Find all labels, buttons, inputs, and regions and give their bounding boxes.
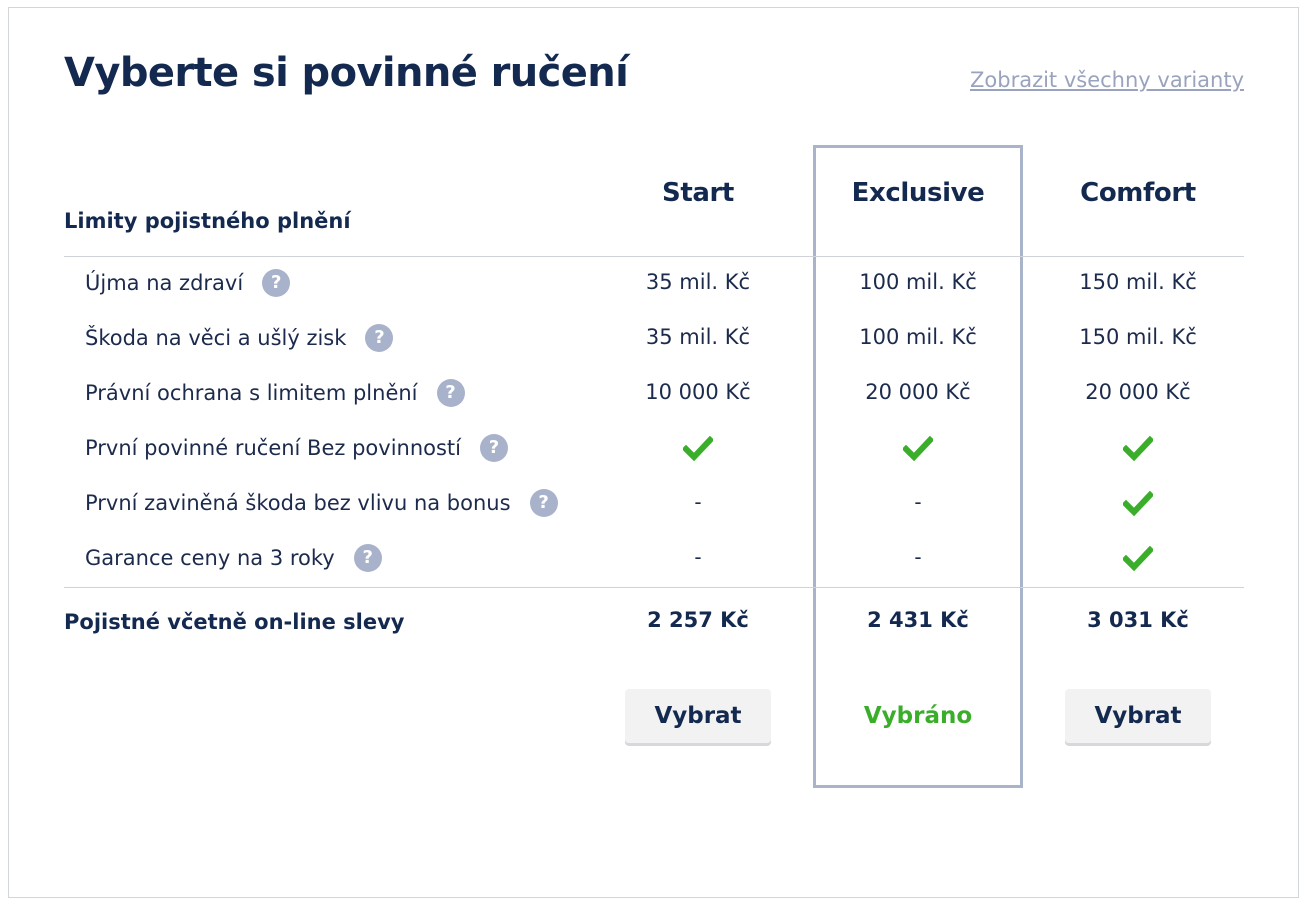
cell-exclusive: - (914, 490, 922, 514)
check-icon (1028, 436, 1248, 462)
row-label: První povinné ručení Bez povinností? (85, 434, 509, 462)
cell-start: - (694, 490, 702, 514)
cell-exclusive: - (914, 545, 922, 569)
row-label: Garance ceny na 3 roky? (85, 544, 382, 572)
cell-comfort: 150 mil. Kč (1079, 270, 1197, 294)
plan-header-start: Start (662, 178, 734, 208)
price-exclusive: 2 431 Kč (867, 608, 969, 632)
cell-start: 10 000 Kč (645, 380, 751, 404)
row-label: Škoda na věci a ušlý zisk? (85, 324, 394, 352)
check-icon (588, 436, 808, 462)
cell-exclusive: 100 mil. Kč (859, 325, 977, 349)
cell-start: - (694, 545, 702, 569)
cell-exclusive: 100 mil. Kč (859, 270, 977, 294)
show-all-variants-link[interactable]: Zobrazit všechny varianty (970, 68, 1244, 92)
select-comfort-button[interactable]: Vybrat (1065, 689, 1211, 743)
check-icon (1028, 546, 1248, 572)
row-label: Právní ochrana s limitem plnění? (85, 379, 465, 407)
page-title: Vyberte si povinné ručení (64, 50, 629, 96)
plan-header-comfort: Comfort (1080, 178, 1196, 208)
help-icon[interactable]: ? (480, 434, 509, 462)
help-icon[interactable]: ? (529, 489, 558, 517)
row-label-text: Právní ochrana s limitem plnění (85, 381, 418, 405)
cell-exclusive: 20 000 Kč (865, 380, 971, 404)
help-icon[interactable]: ? (353, 544, 382, 572)
divider-bottom (64, 587, 1244, 588)
selected-plan-highlight (813, 145, 1023, 788)
section-label: Limity pojistného plnění (64, 209, 351, 233)
divider-top (64, 256, 1244, 257)
plan-header-exclusive: Exclusive (851, 178, 985, 208)
row-label: První zaviněná škoda bez vlivu na bonus? (85, 489, 558, 517)
price-comfort: 3 031 Kč (1087, 608, 1189, 632)
row-label-text: Garance ceny na 3 roky (85, 546, 335, 570)
row-label-text: Škoda na věci a ušlý zisk (85, 326, 347, 350)
total-label: Pojistné včetně on-line slevy (64, 610, 405, 634)
cell-start: 35 mil. Kč (645, 325, 751, 349)
help-icon[interactable]: ? (436, 379, 465, 407)
check-icon (808, 436, 1028, 462)
price-start: 2 257 Kč (647, 608, 749, 632)
select-start-button[interactable]: Vybrat (625, 689, 771, 743)
check-icon (1028, 491, 1248, 517)
row-label-text: První povinné ručení Bez povinností (85, 436, 462, 460)
cell-comfort: 150 mil. Kč (1079, 325, 1197, 349)
cell-start: 35 mil. Kč (645, 270, 751, 294)
help-icon[interactable]: ? (262, 269, 291, 297)
help-icon[interactable]: ? (365, 324, 394, 352)
selected-status-exclusive: Vybráno (863, 703, 973, 729)
row-label: Újma na zdraví? (85, 269, 291, 297)
row-label-text: První zaviněná škoda bez vlivu na bonus (85, 491, 511, 515)
row-label-text: Újma na zdraví (85, 271, 244, 295)
cell-comfort: 20 000 Kč (1085, 380, 1191, 404)
